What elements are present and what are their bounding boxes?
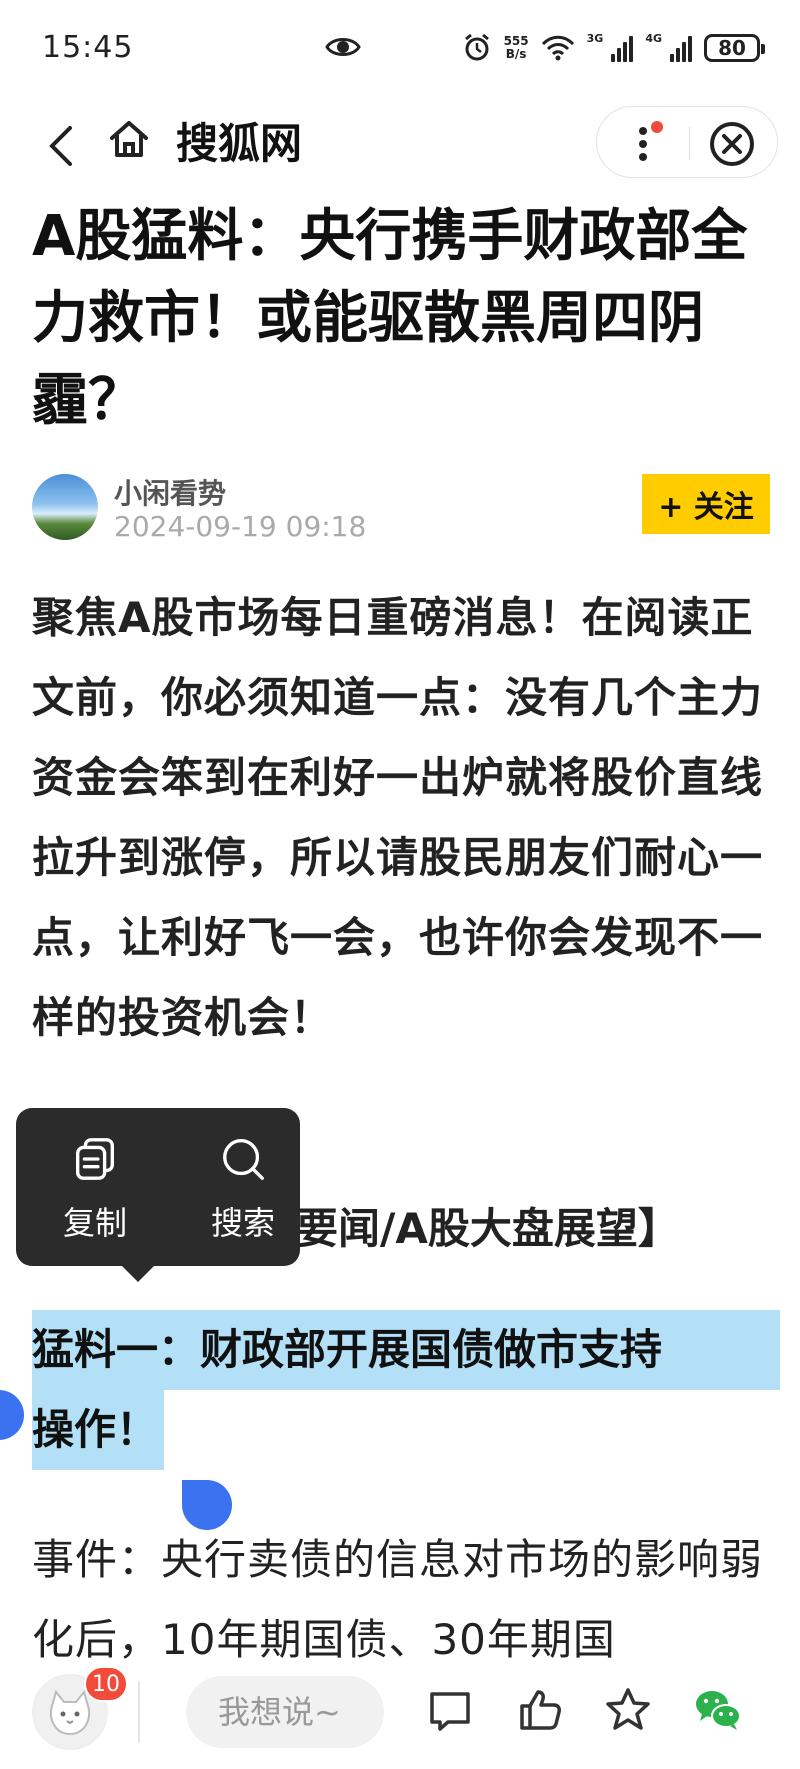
star-icon[interactable] xyxy=(602,1684,654,1736)
chevron-left-icon xyxy=(49,126,72,166)
publish-time: 2024-09-19 09:18 xyxy=(114,510,367,543)
copy-icon xyxy=(76,1138,114,1180)
battery-indicator: 80 xyxy=(704,34,765,62)
author-avatar[interactable] xyxy=(32,474,98,540)
home-button[interactable] xyxy=(106,114,152,164)
network-speed: 555 B/s xyxy=(504,35,529,61)
capsule-divider xyxy=(689,127,690,159)
search-icon xyxy=(223,1139,264,1180)
search-button[interactable]: 搜索 xyxy=(188,1134,298,1244)
signal-bars-icon xyxy=(611,34,634,62)
back-button[interactable] xyxy=(40,118,80,174)
alarm-icon xyxy=(464,33,489,61)
more-dots-icon xyxy=(639,121,663,161)
close-circle-icon xyxy=(710,122,754,166)
home-icon xyxy=(110,121,148,157)
signal-bars-icon xyxy=(670,34,692,62)
wechat-icon[interactable] xyxy=(692,1684,744,1736)
signal-4g-label: 4G xyxy=(645,32,662,45)
status-bar: 15:45 555 B/s 3G 4G 80 xyxy=(0,0,800,100)
text-selection-menu: 复制 搜索 xyxy=(16,1108,300,1282)
selection-handle-start[interactable] xyxy=(0,1390,24,1440)
author-name[interactable]: 小闲看势 xyxy=(114,472,226,512)
signal-3g-label: 3G xyxy=(586,32,604,45)
comment-icon[interactable] xyxy=(424,1684,476,1736)
more-button[interactable] xyxy=(627,117,677,169)
status-time: 15:45 xyxy=(42,30,134,65)
selected-text[interactable]: 猛料一：财政部开展国债做市支持 操作！ xyxy=(32,1310,780,1470)
bottom-bar-divider xyxy=(138,1682,140,1742)
search-label: 搜索 xyxy=(210,1204,275,1242)
mini-program-capsule xyxy=(596,106,778,178)
copy-label: 复制 xyxy=(62,1204,127,1242)
bottom-action-bar: 10 xyxy=(0,1660,800,1769)
thumbs-up-icon[interactable] xyxy=(514,1684,566,1736)
author-row: 小闲看势 2024-09-19 09:18 + 关注 xyxy=(32,468,772,548)
notification-badge: 10 xyxy=(84,1666,128,1702)
net-speed-unit: B/s xyxy=(505,47,527,61)
nav-bar: 搜狐网 xyxy=(0,100,800,190)
wifi-icon xyxy=(541,35,574,61)
event-paragraph: 事件：央行卖债的信息对市场的影响弱化后，10年期国债、30年期国 xyxy=(32,1535,764,1664)
eye-icon xyxy=(325,38,361,56)
article-intro: 聚焦A股市场每日重磅消息！在阅读正文前，你必须知道一点：没有几个主力资金会笨到在… xyxy=(32,593,764,1042)
comment-input[interactable] xyxy=(186,1676,384,1748)
highlight-line: 猛料一：财政部开展国债做市支持 xyxy=(32,1310,780,1390)
copy-button[interactable]: 复制 xyxy=(40,1134,150,1244)
topic-line: 要闻/A股大盘展望】 xyxy=(296,1204,680,1253)
status-indicators: 555 B/s 3G 4G 80 xyxy=(462,28,765,68)
article-title: A股猛料：央行携手财政部全力救市！或能驱散黑周四阴霾？ xyxy=(32,204,748,433)
site-name: 搜狐网 xyxy=(176,119,303,168)
close-button[interactable] xyxy=(707,119,757,169)
highlight-line: 操作！ xyxy=(32,1390,165,1470)
follow-button[interactable]: + 关注 xyxy=(642,474,770,534)
